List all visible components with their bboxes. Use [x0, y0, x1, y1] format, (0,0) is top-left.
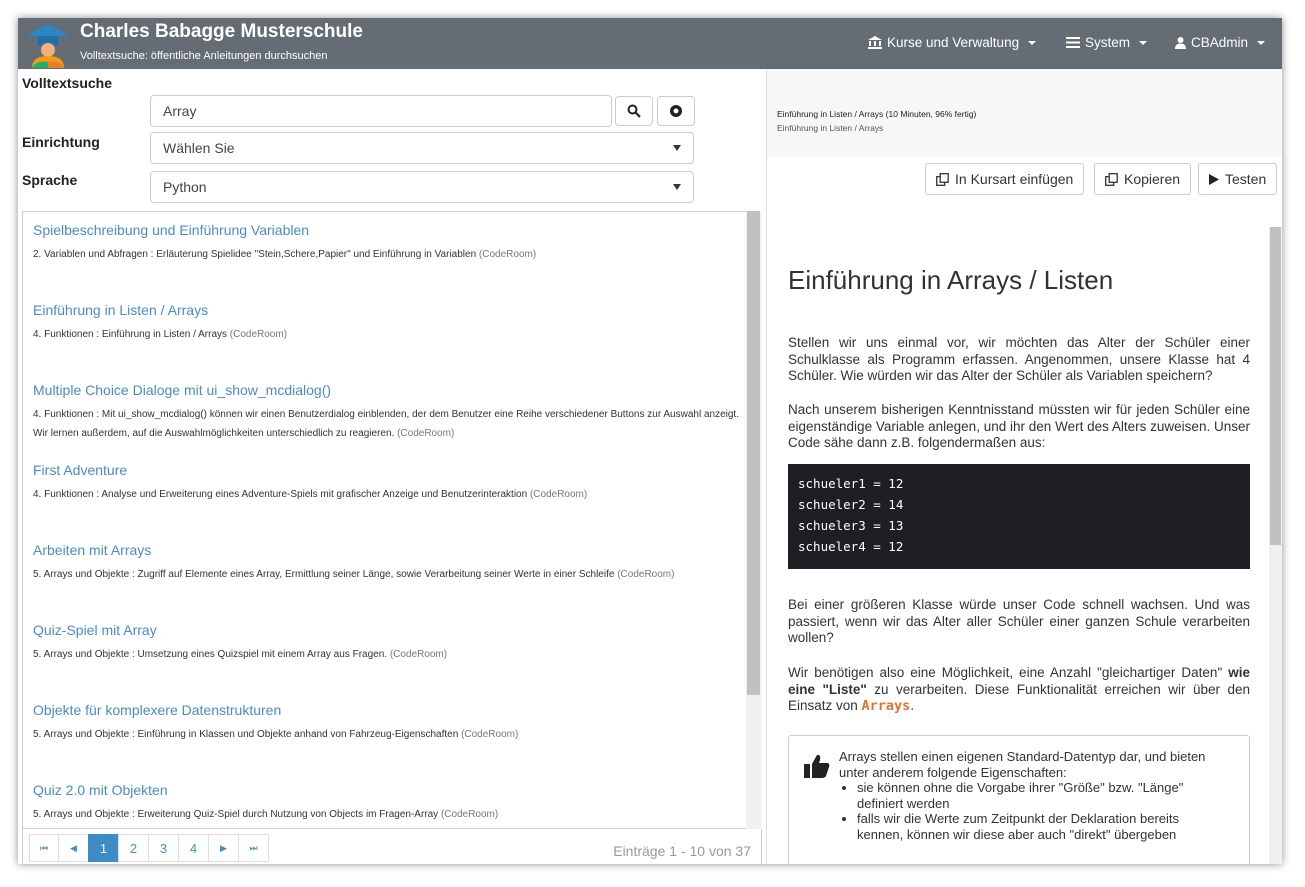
- paragraph: Stellen wir uns einmal vor, wir möchten …: [788, 335, 1250, 383]
- result-desc: 5. Arrays und Objekte : Einführung in Kl…: [33, 729, 519, 740]
- reset-button[interactable]: [657, 96, 695, 126]
- paragraph: Bei einer größeren Klasse würde unser Co…: [788, 597, 1250, 645]
- search-icon: [627, 104, 641, 118]
- result-title[interactable]: Quiz-Spiel mit Array: [33, 622, 743, 638]
- caret-down-icon: [673, 184, 681, 190]
- list-item[interactable]: Multiple Choice Dialoge mit ui_show_mcdi…: [33, 382, 743, 443]
- nav-label: Kurse und Verwaltung: [887, 35, 1020, 50]
- caret-down-icon: [1257, 40, 1266, 45]
- results-list: Spielbeschreibung und Einführung Variabl…: [22, 211, 748, 829]
- first-page-button[interactable]: ⏮: [29, 834, 59, 862]
- nav-system[interactable]: System: [1066, 35, 1148, 50]
- page-button-2[interactable]: 2: [118, 834, 149, 862]
- info-box-text: Arrays stellen einen eigenen Standard-Da…: [839, 749, 1209, 842]
- last-page-button[interactable]: ⏭: [238, 834, 269, 862]
- insert-course-button[interactable]: In Kursart einfügen: [925, 163, 1085, 195]
- pagination-info: Einträge 1 - 10 von 37: [613, 843, 751, 859]
- paragraph: Nach unserem bisherigen Kenntnisstand mü…: [788, 402, 1250, 450]
- fulltext-label: Volltextsuche: [22, 75, 112, 91]
- school-logo-icon[interactable]: [24, 20, 72, 68]
- top-navbar: Charles Babagge Musterschule Volltextsuc…: [18, 18, 1282, 69]
- result-desc: 4. Funktionen : Analyse und Erweiterung …: [33, 489, 588, 500]
- tutorial-title: Einführung in Arrays / Listen: [788, 265, 1114, 295]
- detail-heading: Einführung in Listen / Arrays (10 Minute…: [777, 109, 977, 119]
- next-page-button[interactable]: ▶: [208, 834, 239, 862]
- paragraph: Wir benötigen also eine Möglichkeit, ein…: [788, 665, 1250, 714]
- code-line: schueler1 = 12: [798, 476, 904, 491]
- detail-panel: Einführung in Listen / Arrays (10 Minute…: [766, 69, 1282, 864]
- detail-header: Einführung in Listen / Arrays (10 Minute…: [767, 69, 1282, 157]
- app-window: Charles Babagge Musterschule Volltextsuc…: [18, 18, 1282, 864]
- detail-breadcrumb: Einführung in Listen / Arrays: [777, 123, 884, 133]
- result-title[interactable]: Arbeiten mit Arrays: [33, 542, 743, 558]
- pagination: ⏮ ◀ 1 2 3 4 ▶ ⏭ Einträge 1 - 10 von 37: [22, 829, 762, 864]
- nav-label: CBAdmin: [1191, 35, 1249, 50]
- list-item[interactable]: Quiz-Spiel mit Array 5. Arrays und Objek…: [33, 622, 743, 664]
- code-line: schueler3 = 13: [798, 518, 904, 533]
- code-block: schueler1 = 12 schueler2 = 14 schueler3 …: [788, 464, 1250, 569]
- scrollbar-thumb[interactable]: [1270, 227, 1281, 545]
- copy-icon: [1105, 172, 1118, 186]
- copy-button[interactable]: Kopieren: [1094, 163, 1192, 195]
- test-button[interactable]: Testen: [1198, 163, 1278, 195]
- nav-label: System: [1085, 35, 1131, 50]
- result-title[interactable]: Objekte für komplexere Datenstrukturen: [33, 702, 743, 718]
- caret-down-icon: [1028, 40, 1037, 45]
- facility-select[interactable]: Wählen Sie: [150, 132, 694, 164]
- prev-page-button[interactable]: ◀: [58, 834, 89, 862]
- list-item[interactable]: Quiz 2.0 mit Objekten 5. Arrays und Obje…: [33, 782, 743, 824]
- result-desc: 5. Arrays und Objekte : Umsetzung eines …: [33, 649, 448, 660]
- bank-icon: [868, 36, 882, 49]
- language-label: Sprache: [22, 172, 78, 188]
- list-item[interactable]: Arbeiten mit Arrays 5. Arrays und Objekt…: [33, 542, 743, 584]
- nav-kurse-verwaltung[interactable]: Kurse und Verwaltung: [868, 35, 1037, 50]
- result-desc: 5. Arrays und Objekte : Erweiterung Quiz…: [33, 809, 499, 820]
- code-line: schueler2 = 14: [798, 497, 904, 512]
- language-select-value: Python: [163, 179, 207, 195]
- facility-select-value: Wählen Sie: [163, 140, 235, 156]
- play-icon: [1209, 173, 1219, 185]
- list-item: falls wir die Werte zum Zeitpunkt der De…: [857, 811, 1209, 842]
- list-item: sie können ohne die Vorgabe ihrer "Größe…: [857, 780, 1209, 811]
- code-line: schueler4 = 12: [798, 539, 904, 554]
- result-desc: 4. Funktionen : Einführung in Listen / A…: [33, 329, 288, 340]
- page-button-4[interactable]: 4: [178, 834, 209, 862]
- result-title[interactable]: Quiz 2.0 mit Objekten: [33, 782, 743, 798]
- search-button[interactable]: [615, 96, 653, 126]
- user-icon: [1175, 36, 1186, 49]
- result-desc: 5. Arrays und Objekte : Zugriff auf Elem…: [33, 569, 675, 580]
- fulltext-search-input[interactable]: Array: [150, 95, 612, 127]
- scrollbar-thumb[interactable]: [747, 211, 760, 695]
- copy-icon: [936, 172, 949, 186]
- result-desc: 4. Funktionen : Mit ui_show_mcdialog() k…: [33, 409, 739, 439]
- info-box: Arrays stellen einen eigenen Standard-Da…: [788, 735, 1250, 864]
- result-title[interactable]: Einführung in Listen / Arrays: [33, 302, 743, 318]
- search-panel: Volltextsuche Array Einrichtung Wählen S…: [18, 69, 766, 864]
- thumbs-up-icon: [804, 754, 830, 778]
- page-button-1[interactable]: 1: [88, 834, 119, 862]
- page-subtitle: Volltextsuche: öffentliche Anleitungen d…: [80, 50, 328, 62]
- school-title: Charles Babagge Musterschule: [80, 21, 363, 42]
- list-item[interactable]: Einführung in Listen / Arrays 4. Funktio…: [33, 302, 743, 344]
- caret-down-icon: [673, 145, 681, 151]
- result-title[interactable]: Multiple Choice Dialoge mit ui_show_mcdi…: [33, 382, 743, 398]
- language-select[interactable]: Python: [150, 171, 694, 203]
- list-icon: [1066, 37, 1080, 48]
- list-item[interactable]: First Adventure 4. Funktionen : Analyse …: [33, 462, 743, 504]
- facility-label: Einrichtung: [22, 134, 100, 150]
- circle-reset-icon: [670, 105, 682, 117]
- list-item[interactable]: Spielbeschreibung und Einführung Variabl…: [33, 222, 743, 264]
- results-scrollbar[interactable]: [746, 211, 761, 829]
- page-button-3[interactable]: 3: [148, 834, 179, 862]
- caret-down-icon: [1139, 40, 1148, 45]
- result-title[interactable]: First Adventure: [33, 462, 743, 478]
- result-title[interactable]: Spielbeschreibung und Einführung Variabl…: [33, 222, 743, 238]
- nav-user-menu[interactable]: CBAdmin: [1175, 35, 1266, 50]
- detail-scrollbar[interactable]: [1269, 227, 1282, 864]
- list-item[interactable]: Objekte für komplexere Datenstrukturen 5…: [33, 702, 743, 744]
- result-desc: 2. Variablen und Abfragen : Erläuterung …: [33, 249, 537, 260]
